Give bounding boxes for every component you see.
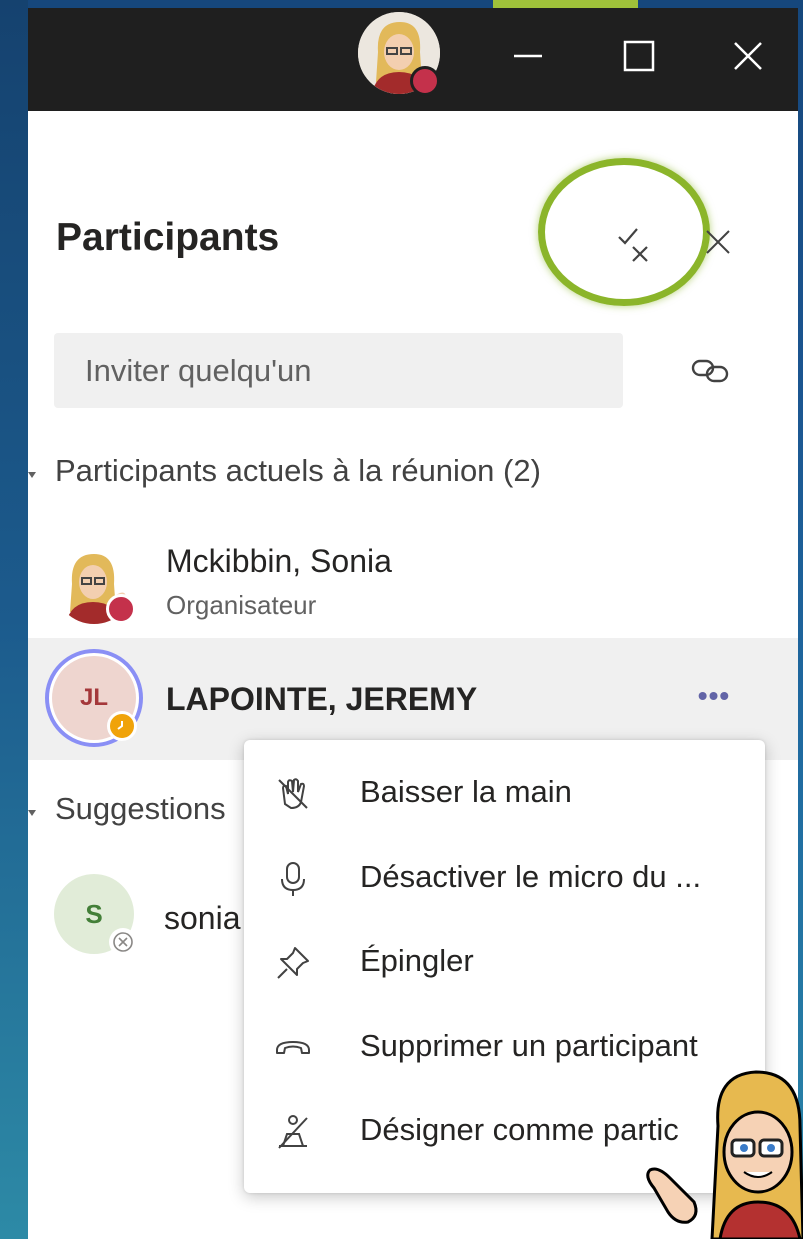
participant-role: Organisateur [166, 590, 317, 620]
offline-status-icon [109, 928, 137, 956]
menu-item-lower-hand[interactable]: Baisser la main [244, 754, 765, 834]
invite-placeholder: Inviter quelqu'un [85, 353, 312, 388]
lower-hand-icon [268, 770, 318, 818]
minimize-icon [514, 54, 542, 58]
clock-icon [117, 721, 123, 730]
participant-name: Mckibbin, Sonia [166, 543, 392, 579]
busy-status-dot [410, 66, 440, 96]
panel-title: Participants [56, 216, 280, 259]
menu-item-label: Baisser la main [360, 774, 572, 809]
menu-item-label: Désactiver le micro du ... [360, 859, 702, 894]
collapse-caret-icon[interactable] [28, 472, 36, 478]
background-stripe [0, 0, 28, 1239]
more-options-button[interactable]: ••• [688, 676, 740, 716]
lower-hands-icon [618, 228, 648, 262]
menu-item-label: Supprimer un participant [360, 1028, 698, 1063]
minimize-button[interactable] [498, 26, 558, 86]
away-status-dot [107, 711, 137, 741]
teams-window: Participants Inviter quelqu'un Participa… [28, 8, 798, 1239]
share-link-button[interactable] [682, 346, 738, 396]
designate-attendee-icon [268, 1108, 318, 1156]
close-panel-button[interactable] [696, 220, 740, 264]
close-icon [706, 230, 730, 254]
current-participants-header[interactable]: Participants actuels à la réunion (2) [55, 453, 541, 489]
close-window-button[interactable] [718, 26, 778, 86]
lower-all-hands-button[interactable] [602, 212, 664, 274]
suggestions-header[interactable]: Suggestions [55, 791, 226, 827]
hang-up-icon [268, 1024, 318, 1072]
menu-item-label: Désigner comme partic [360, 1112, 679, 1147]
menu-item-mute-mic[interactable]: Désactiver le micro du ... [244, 839, 765, 919]
busy-status-dot [106, 594, 136, 624]
close-icon [734, 42, 762, 70]
top-accent-bar [493, 0, 638, 8]
participant-name: LAPOINTE, JEREMY [166, 681, 478, 717]
invite-input[interactable]: Inviter quelqu'un [54, 333, 623, 408]
pin-icon [268, 939, 318, 987]
menu-item-label: Épingler [360, 943, 474, 978]
collapse-caret-icon[interactable] [28, 810, 36, 816]
menu-item-pin[interactable]: Épingler [244, 923, 765, 1003]
maximize-icon [623, 40, 655, 72]
title-bar [28, 8, 798, 111]
maximize-button[interactable] [609, 26, 669, 86]
bitmoji-sticker [646, 1070, 803, 1239]
microphone-icon [268, 855, 318, 903]
suggestion-name[interactable]: sonia [164, 900, 241, 937]
link-icon [691, 359, 729, 383]
